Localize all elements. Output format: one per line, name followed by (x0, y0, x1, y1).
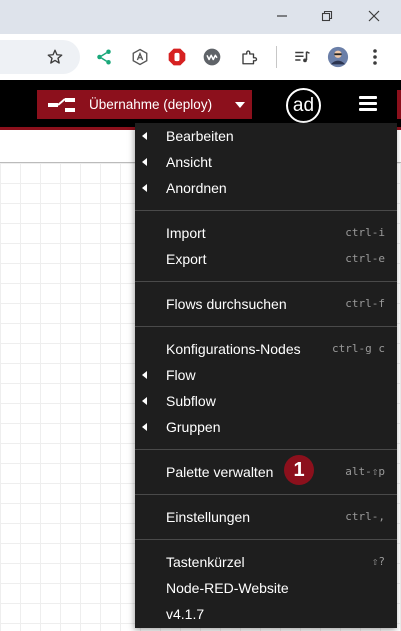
wave-icon[interactable] (201, 46, 223, 68)
menu-item-tastenkuerzel[interactable]: Tastenkürzel ⇧? (135, 549, 397, 575)
menu-item-flow[interactable]: Flow (135, 362, 397, 388)
deploy-icon (47, 98, 77, 115)
header-accent-edge (397, 90, 401, 119)
menu-item-label: Einstellungen (166, 509, 251, 525)
menu-item-label: Tastenkürzel (166, 554, 245, 570)
browser-title-bar (0, 0, 401, 34)
submenu-arrow-icon (142, 423, 147, 431)
minimize-icon[interactable] (271, 6, 293, 26)
menu-shortcut: ⇧? (371, 555, 385, 568)
profile-avatar-icon[interactable] (327, 46, 349, 68)
menu-item-label: v4.1.7 (166, 606, 205, 622)
stop-hand-icon[interactable] (166, 46, 188, 68)
menu-item-label: Gruppen (166, 419, 221, 435)
share-icon[interactable] (93, 46, 115, 68)
submenu-arrow-icon (142, 132, 147, 140)
submenu-arrow-icon (142, 184, 147, 192)
menu-shortcut: ctrl-g c (332, 342, 385, 355)
menu-item-export[interactable]: Export ctrl-e (135, 246, 397, 272)
puzzle-icon[interactable] (238, 46, 260, 68)
menu-item-label: Konfigurations-Nodes (166, 341, 301, 357)
menu-divider (135, 449, 397, 450)
menu-divider (135, 210, 397, 211)
submenu-arrow-icon (142, 158, 147, 166)
menu-item-bearbeiten[interactable]: Bearbeiten (135, 123, 397, 149)
menu-item-label: Flow (166, 367, 196, 383)
submenu-arrow-icon (142, 397, 147, 405)
menu-item-node-red-website[interactable]: Node-RED-Website (135, 575, 397, 601)
menu-item-subflow[interactable]: Subflow (135, 388, 397, 414)
menu-item-label: Subflow (166, 393, 216, 409)
menu-item-gruppen[interactable]: Gruppen (135, 414, 397, 440)
menu-shortcut: ctrl-, (345, 510, 385, 523)
menu-shortcut: ctrl-e (345, 252, 385, 265)
kebab-menu-icon[interactable] (364, 46, 386, 68)
chevron-down-icon[interactable] (235, 102, 245, 108)
close-icon[interactable] (363, 6, 385, 26)
menu-item-einstellungen[interactable]: Einstellungen ctrl-, (135, 504, 397, 530)
hamburger-menu-icon[interactable] (359, 96, 377, 112)
menu-item-konfigurations-nodes[interactable]: Konfigurations-Nodes ctrl-g c (135, 336, 397, 362)
extension-a-icon[interactable] (129, 46, 151, 68)
address-bar[interactable] (0, 40, 80, 74)
nodered-header: Übernahme (deploy) ad (0, 80, 401, 127)
bookmark-star-icon[interactable] (44, 46, 66, 68)
menu-item-label: Export (166, 251, 207, 267)
deploy-label: Übernahme (deploy) (89, 97, 213, 112)
media-queue-icon[interactable] (291, 46, 313, 68)
menu-item-anordnen[interactable]: Anordnen (135, 175, 397, 201)
menu-item-palette-verwalten[interactable]: Palette verwalten alt-⇧p (135, 459, 397, 485)
restore-icon[interactable] (316, 6, 338, 26)
browser-toolbar (0, 34, 401, 80)
menu-divider (135, 539, 397, 540)
menu-shortcut: alt-⇧p (345, 465, 385, 478)
menu-item-label: Anordnen (166, 180, 227, 196)
menu-item-ansicht[interactable]: Ansicht (135, 149, 397, 175)
menu-item-label: Palette verwalten (166, 464, 274, 480)
submenu-arrow-icon (142, 371, 147, 379)
menu-item-version: v4.1.7 (135, 601, 397, 627)
menu-item-import[interactable]: Import ctrl-i (135, 220, 397, 246)
main-menu: Bearbeiten Ansicht Anordnen Import ctrl-… (135, 123, 397, 628)
annotation-badge: 1 (284, 455, 314, 485)
menu-item-label: Import (166, 225, 206, 241)
user-avatar[interactable]: ad (286, 88, 321, 123)
deploy-button[interactable]: Übernahme (deploy) (37, 90, 252, 119)
menu-shortcut: ctrl-f (345, 297, 385, 310)
menu-item-label: Ansicht (166, 154, 212, 170)
menu-item-label: Bearbeiten (166, 128, 234, 144)
menu-divider (135, 326, 397, 327)
menu-item-label: Node-RED-Website (166, 580, 289, 596)
menu-shortcut: ctrl-i (345, 226, 385, 239)
menu-divider (135, 281, 397, 282)
menu-item-flows-durchsuchen[interactable]: Flows durchsuchen ctrl-f (135, 291, 397, 317)
menu-item-label: Flows durchsuchen (166, 296, 287, 312)
menu-divider (135, 494, 397, 495)
toolbar-separator (276, 46, 277, 68)
